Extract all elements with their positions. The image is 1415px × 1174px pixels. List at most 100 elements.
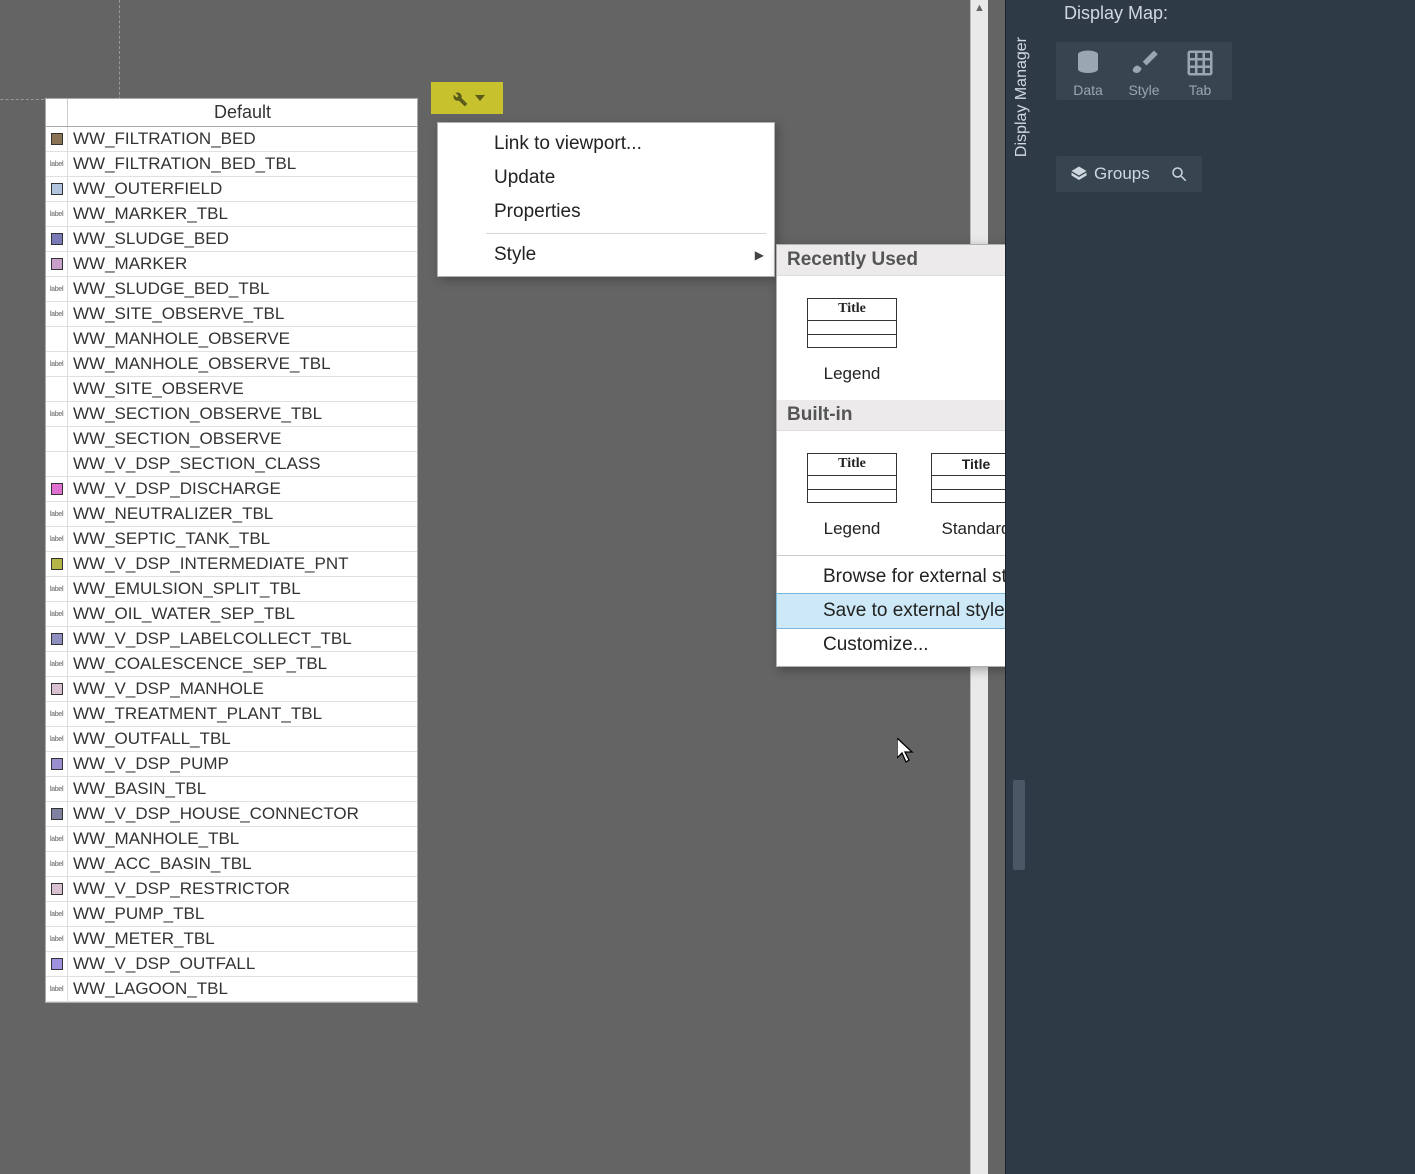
- layer-swatch-cell: label: [46, 702, 68, 727]
- layer-name: WW_V_DSP_DISCHARGE: [68, 479, 281, 499]
- layer-swatch-cell: [46, 677, 68, 702]
- layer-row[interactable]: WW_SITE_OBSERVE: [46, 377, 417, 402]
- layer-swatch-cell: label: [46, 602, 68, 627]
- layer-row[interactable]: labelWW_ACC_BASIN_TBL: [46, 852, 417, 877]
- layer-row[interactable]: WW_V_DSP_INTERMEDIATE_PNT: [46, 552, 417, 577]
- tool-style[interactable]: Style: [1118, 48, 1170, 98]
- layer-swatch-cell: [46, 427, 68, 452]
- menu-item-update[interactable]: Update: [438, 161, 774, 195]
- layer-name: WW_MARKER: [68, 254, 187, 274]
- layer-row[interactable]: WW_V_DSP_PUMP: [46, 752, 417, 777]
- layer-row[interactable]: labelWW_SLUDGE_BED_TBL: [46, 277, 417, 302]
- layer-row[interactable]: WW_V_DSP_OUTFALL: [46, 952, 417, 977]
- layer-row[interactable]: WW_V_DSP_SECTION_CLASS: [46, 452, 417, 477]
- caret-down-icon: [475, 95, 485, 101]
- label-icon: label: [50, 411, 63, 418]
- layer-table-header: Default: [46, 99, 417, 127]
- layer-name: WW_MANHOLE_OBSERVE_TBL: [68, 354, 331, 374]
- layer-name: WW_SLUDGE_BED_TBL: [68, 279, 270, 299]
- layer-swatch-cell: [46, 377, 68, 402]
- layer-swatch-cell: label: [46, 352, 68, 377]
- layer-name: WW_OUTFALL_TBL: [68, 729, 231, 749]
- layer-name: WW_V_DSP_MANHOLE: [68, 679, 264, 699]
- layer-name: WW_FILTRATION_BED_TBL: [68, 154, 296, 174]
- layer-swatch-cell: label: [46, 827, 68, 852]
- menu-item-link-viewport[interactable]: Link to viewport...: [438, 127, 774, 161]
- label-icon: label: [50, 361, 63, 368]
- tool-data-label: Data: [1073, 82, 1103, 98]
- layer-name: WW_SECTION_OBSERVE: [68, 429, 281, 449]
- layer-name: WW_SITE_OBSERVE: [68, 379, 244, 399]
- layer-swatch-cell: label: [46, 277, 68, 302]
- context-menu: Link to viewport... Update Properties St…: [437, 122, 775, 277]
- layer-row[interactable]: WW_MANHOLE_OBSERVE: [46, 327, 417, 352]
- layer-swatch-cell: [46, 952, 68, 977]
- label-icon: label: [50, 211, 63, 218]
- layer-name: WW_SEPTIC_TANK_TBL: [68, 529, 270, 549]
- label-icon: label: [50, 511, 63, 518]
- layer-row[interactable]: labelWW_BASIN_TBL: [46, 777, 417, 802]
- layer-row[interactable]: label WW_MANHOLE_OBSERVE_TBL: [46, 352, 417, 377]
- layer-row[interactable]: WW_V_DSP_DISCHARGE: [46, 477, 417, 502]
- layer-row[interactable]: WW_V_DSP_HOUSE_CONNECTOR: [46, 802, 417, 827]
- layer-row[interactable]: labelWW_MANHOLE_TBL: [46, 827, 417, 852]
- tool-data[interactable]: Data: [1062, 48, 1114, 98]
- layer-row[interactable]: labelWW_TREATMENT_PLANT_TBL: [46, 702, 417, 727]
- viewport-dashed-outline: [0, 0, 120, 100]
- layer-row[interactable]: WW_V_DSP_MANHOLE: [46, 677, 417, 702]
- layer-row[interactable]: labelWW_NEUTRALIZER_TBL: [46, 502, 417, 527]
- layer-row[interactable]: WW_FILTRATION_BED: [46, 127, 417, 152]
- layer-row[interactable]: WW_MARKER: [46, 252, 417, 277]
- layer-row[interactable]: labelWW_SECTION_OBSERVE_TBL: [46, 402, 417, 427]
- layer-row[interactable]: WW_V_DSP_LABELCOLLECT_TBL: [46, 627, 417, 652]
- label-icon: label: [50, 311, 63, 318]
- layer-row[interactable]: WW_OUTERFIELD: [46, 177, 417, 202]
- layer-row[interactable]: labelWW_COALESCENCE_SEP_TBL: [46, 652, 417, 677]
- empty-swatch-icon: [51, 433, 63, 445]
- layer-row[interactable]: WW_SLUDGE_BED: [46, 227, 417, 252]
- zoom-icon: [1170, 165, 1188, 183]
- layer-row[interactable]: labelWW_MARKER_TBL: [46, 202, 417, 227]
- groups-button[interactable]: Groups: [1062, 160, 1158, 188]
- layer-swatch-cell: [46, 127, 68, 152]
- color-swatch-icon: [51, 133, 63, 145]
- layer-table: Default WW_FILTRATION_BEDlabel WW_FILTRAT…: [45, 98, 418, 1003]
- layer-swatch-cell: label: [46, 977, 68, 1002]
- empty-swatch-icon: [51, 333, 63, 345]
- layer-swatch-cell: label: [46, 502, 68, 527]
- layer-table-header-label[interactable]: Default: [68, 99, 417, 126]
- layer-name: WW_EMULSION_SPLIT_TBL: [68, 579, 301, 599]
- layer-row[interactable]: labelWW_EMULSION_SPLIT_TBL: [46, 577, 417, 602]
- layer-row[interactable]: labelWW_OUTFALL_TBL: [46, 727, 417, 752]
- layer-swatch-cell: [46, 227, 68, 252]
- panel-scrollbar-thumb[interactable]: [1013, 780, 1025, 870]
- display-manager-side-tab[interactable]: Display Manager: [1006, 12, 1038, 182]
- layer-row[interactable]: labelWW_PUMP_TBL: [46, 902, 417, 927]
- layer-name: WW_PUMP_TBL: [68, 904, 204, 924]
- layer-row[interactable]: label WW_FILTRATION_BED_TBL: [46, 152, 417, 177]
- layer-row[interactable]: labelWW_OIL_WATER_SEP_TBL: [46, 602, 417, 627]
- zoom-button[interactable]: [1162, 161, 1196, 187]
- layer-name: WW_OUTERFIELD: [68, 179, 222, 199]
- menu-item-properties[interactable]: Properties: [438, 195, 774, 229]
- layer-name: WW_V_DSP_HOUSE_CONNECTOR: [68, 804, 359, 824]
- tool-table-label: Tab: [1189, 82, 1212, 98]
- layer-name: WW_V_DSP_RESTRICTOR: [68, 879, 290, 899]
- layer-row[interactable]: WW_V_DSP_RESTRICTOR: [46, 877, 417, 902]
- layer-row[interactable]: labelWW_LAGOON_TBL: [46, 977, 417, 1002]
- display-manager-secondary-toolbar: Groups: [1056, 156, 1202, 192]
- menu-item-style[interactable]: Style: [438, 238, 774, 272]
- tool-table[interactable]: Tab: [1174, 48, 1226, 98]
- layer-row[interactable]: labelWW_SEPTIC_TANK_TBL: [46, 527, 417, 552]
- wrench-menu-button[interactable]: [431, 82, 503, 114]
- layer-row[interactable]: labelWW_METER_TBL: [46, 927, 417, 952]
- label-icon: label: [50, 836, 63, 843]
- layer-row[interactable]: WW_SECTION_OBSERVE: [46, 427, 417, 452]
- layer-row[interactable]: labelWW_SITE_OBSERVE_TBL: [46, 302, 417, 327]
- style-thumb-legend-builtin[interactable]: Title Legend: [807, 453, 897, 539]
- layer-name: WW_SLUDGE_BED: [68, 229, 229, 249]
- color-swatch-icon: [51, 758, 63, 770]
- label-icon: label: [50, 161, 63, 168]
- style-thumb-legend-recent[interactable]: Title Legend: [807, 298, 897, 384]
- layer-name: WW_V_DSP_LABELCOLLECT_TBL: [68, 629, 352, 649]
